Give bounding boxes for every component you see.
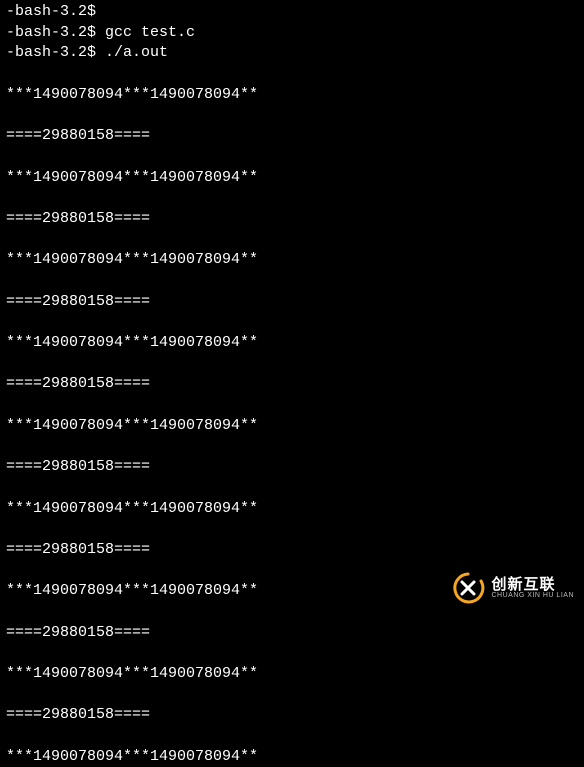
terminal-line: ====29880158==== bbox=[6, 540, 578, 561]
terminal-line: ***1490078094***1490078094** bbox=[6, 499, 578, 520]
terminal-line: ====29880158==== bbox=[6, 457, 578, 478]
terminal-line: ***1490078094***1490078094** bbox=[6, 250, 578, 271]
terminal-output: -bash-3.2$-bash-3.2$ gcc test.c-bash-3.2… bbox=[6, 2, 578, 767]
terminal-line: ====29880158==== bbox=[6, 623, 578, 644]
terminal-line: -bash-3.2$ bbox=[6, 2, 578, 23]
terminal-line bbox=[6, 519, 578, 540]
terminal-line: ====29880158==== bbox=[6, 705, 578, 726]
terminal-line bbox=[6, 478, 578, 499]
terminal-line bbox=[6, 230, 578, 251]
terminal-line bbox=[6, 602, 578, 623]
terminal-line: ***1490078094***1490078094** bbox=[6, 168, 578, 189]
terminal-line: -bash-3.2$ gcc test.c bbox=[6, 23, 578, 44]
terminal-line bbox=[6, 64, 578, 85]
terminal-line: ====29880158==== bbox=[6, 374, 578, 395]
terminal-line bbox=[6, 726, 578, 747]
terminal-line bbox=[6, 147, 578, 168]
terminal-line: ====29880158==== bbox=[6, 292, 578, 313]
watermark-en-text: CHUANG XIN HU LIAN bbox=[491, 592, 574, 599]
brand-icon bbox=[451, 571, 485, 605]
terminal-line bbox=[6, 188, 578, 209]
terminal-line: ***1490078094***1490078094** bbox=[6, 416, 578, 437]
terminal-line: ***1490078094***1490078094** bbox=[6, 747, 578, 767]
terminal-line bbox=[6, 312, 578, 333]
terminal-line: ***1490078094***1490078094** bbox=[6, 85, 578, 106]
terminal-line: ***1490078094***1490078094** bbox=[6, 333, 578, 354]
terminal-line: ====29880158==== bbox=[6, 209, 578, 230]
watermark-logo: 创新互联 CHUANG XIN HU LIAN bbox=[451, 571, 574, 605]
terminal-line: -bash-3.2$ ./a.out bbox=[6, 43, 578, 64]
terminal-line: ***1490078094***1490078094** bbox=[6, 664, 578, 685]
terminal-line bbox=[6, 643, 578, 664]
terminal-line bbox=[6, 271, 578, 292]
watermark-cn-text: 创新互联 bbox=[491, 577, 574, 592]
terminal-line bbox=[6, 685, 578, 706]
terminal-line: ====29880158==== bbox=[6, 126, 578, 147]
terminal-line bbox=[6, 105, 578, 126]
terminal-line bbox=[6, 354, 578, 375]
terminal-line bbox=[6, 436, 578, 457]
terminal-line bbox=[6, 395, 578, 416]
